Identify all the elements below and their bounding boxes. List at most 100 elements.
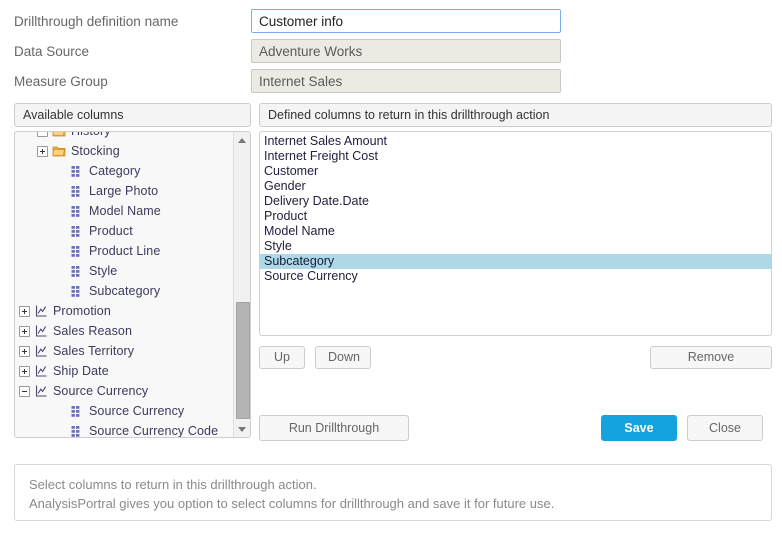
folder-icon <box>52 132 66 137</box>
tree-node[interactable]: Sales Reason <box>15 321 235 341</box>
column-icon <box>71 226 80 237</box>
drillthrough-form: Drillthrough definition name Data Source… <box>0 0 782 100</box>
tree-node-label: History <box>71 132 111 138</box>
label-definition-name: Drillthrough definition name <box>14 13 179 29</box>
tree-node[interactable]: Source Currency Code <box>15 421 235 437</box>
remove-button[interactable]: Remove <box>650 346 772 369</box>
expand-plus-icon[interactable] <box>19 365 30 377</box>
tree-node[interactable]: Product <box>15 221 235 241</box>
data-source-input[interactable] <box>251 39 561 63</box>
measure-group-input[interactable] <box>251 69 561 93</box>
panel-header-bar: Available columns Defined columns to ret… <box>14 103 772 127</box>
tree-node-label: Sales Territory <box>53 344 135 358</box>
tree-node[interactable]: Product Line <box>15 241 235 261</box>
tree-node-list: History Stocking Category Large Photo Model … <box>15 132 235 437</box>
expand-plus-icon[interactable] <box>19 305 30 317</box>
tree-node[interactable]: Stocking <box>15 141 235 161</box>
dimension-icon <box>35 325 47 337</box>
tree-node[interactable]: Ship Date <box>15 361 235 381</box>
tree-vertical-scrollbar[interactable] <box>233 132 250 437</box>
label-data-source: Data Source <box>14 43 90 59</box>
definition-name-input[interactable] <box>251 9 561 33</box>
form-row-data-source: Data Source <box>0 39 782 63</box>
tree-node-label: Product <box>89 224 133 238</box>
tree-node[interactable]: Promotion <box>15 301 235 321</box>
available-columns-tree[interactable]: History Stocking Category Large Photo Model … <box>14 131 251 438</box>
run-drillthrough-button[interactable]: Run Drillthrough <box>259 415 409 441</box>
expand-plus-icon[interactable] <box>19 345 30 357</box>
collapse-minus-icon[interactable] <box>19 385 30 397</box>
tree-node[interactable]: Sales Territory <box>15 341 235 361</box>
tree-node[interactable]: Large Photo <box>15 181 235 201</box>
list-item-selected[interactable]: Subcategory <box>260 254 771 269</box>
list-item[interactable]: Internet Sales Amount <box>260 134 771 149</box>
tree-node-label: Source Currency Code <box>89 424 219 437</box>
save-button[interactable]: Save <box>601 415 677 441</box>
tree-node[interactable]: Subcategory <box>15 281 235 301</box>
dimension-icon <box>35 305 47 317</box>
expand-plus-icon[interactable] <box>37 145 48 157</box>
column-icon <box>71 206 80 217</box>
list-item[interactable]: Model Name <box>260 224 771 239</box>
list-item[interactable]: Source Currency <box>260 269 771 284</box>
tree-node[interactable]: History <box>15 132 235 141</box>
tree-node[interactable]: Style <box>15 261 235 281</box>
column-icon <box>71 266 80 277</box>
tree-node-label: Source Currency <box>53 384 149 398</box>
scrollbar-thumb[interactable] <box>236 302 250 419</box>
list-item[interactable]: Gender <box>260 179 771 194</box>
tree-node-label: Product Line <box>89 244 161 258</box>
down-button[interactable]: Down <box>315 346 371 369</box>
tree-node[interactable]: Source Currency <box>15 381 235 401</box>
available-columns-header: Available columns <box>14 103 251 127</box>
scroll-down-arrow-icon[interactable] <box>234 422 250 436</box>
info-line-2: AnalysisPortral gives you option to sele… <box>29 496 555 511</box>
list-item[interactable]: Delivery Date.Date <box>260 194 771 209</box>
info-panel: Select columns to return in this drillth… <box>14 464 772 521</box>
column-icon <box>71 426 80 437</box>
list-item[interactable]: Style <box>260 239 771 254</box>
defined-columns-header: Defined columns to return in this drillt… <box>259 103 772 127</box>
dimension-icon <box>35 385 47 397</box>
form-row-measure-group: Measure Group <box>0 69 782 93</box>
folder-icon <box>52 146 66 157</box>
tree-node-label: Model Name <box>89 204 161 218</box>
tree-node-label: Stocking <box>71 144 120 158</box>
list-item[interactable]: Customer <box>260 164 771 179</box>
tree-node-label: Style <box>89 264 118 278</box>
dimension-icon <box>35 345 47 357</box>
collapse-minus-icon[interactable] <box>37 132 48 137</box>
tree-node-label: Subcategory <box>89 284 161 298</box>
column-icon <box>71 186 80 197</box>
list-item[interactable]: Internet Freight Cost <box>260 149 771 164</box>
column-icon <box>71 246 80 257</box>
expand-plus-icon[interactable] <box>19 325 30 337</box>
defined-columns-list[interactable]: Internet Sales Amount Internet Freight Co… <box>259 131 772 336</box>
column-icon <box>71 406 80 417</box>
form-row-definition-name: Drillthrough definition name <box>0 9 782 33</box>
column-icon <box>71 286 80 297</box>
tree-node-label: Large Photo <box>89 184 159 198</box>
info-line-1: Select columns to return in this drillth… <box>29 477 317 492</box>
tree-node[interactable]: Model Name <box>15 201 235 221</box>
tree-viewport: History Stocking Category Large Photo Model … <box>15 132 235 437</box>
tree-node[interactable]: Category <box>15 161 235 181</box>
up-button[interactable]: Up <box>259 346 305 369</box>
scroll-up-arrow-icon[interactable] <box>234 133 250 147</box>
tree-node-label: Ship Date <box>53 364 109 378</box>
close-button[interactable]: Close <box>687 415 763 441</box>
column-icon <box>71 166 80 177</box>
list-item[interactable]: Product <box>260 209 771 224</box>
tree-node[interactable]: Source Currency <box>15 401 235 421</box>
dimension-icon <box>35 365 47 377</box>
tree-node-label: Promotion <box>53 304 111 318</box>
